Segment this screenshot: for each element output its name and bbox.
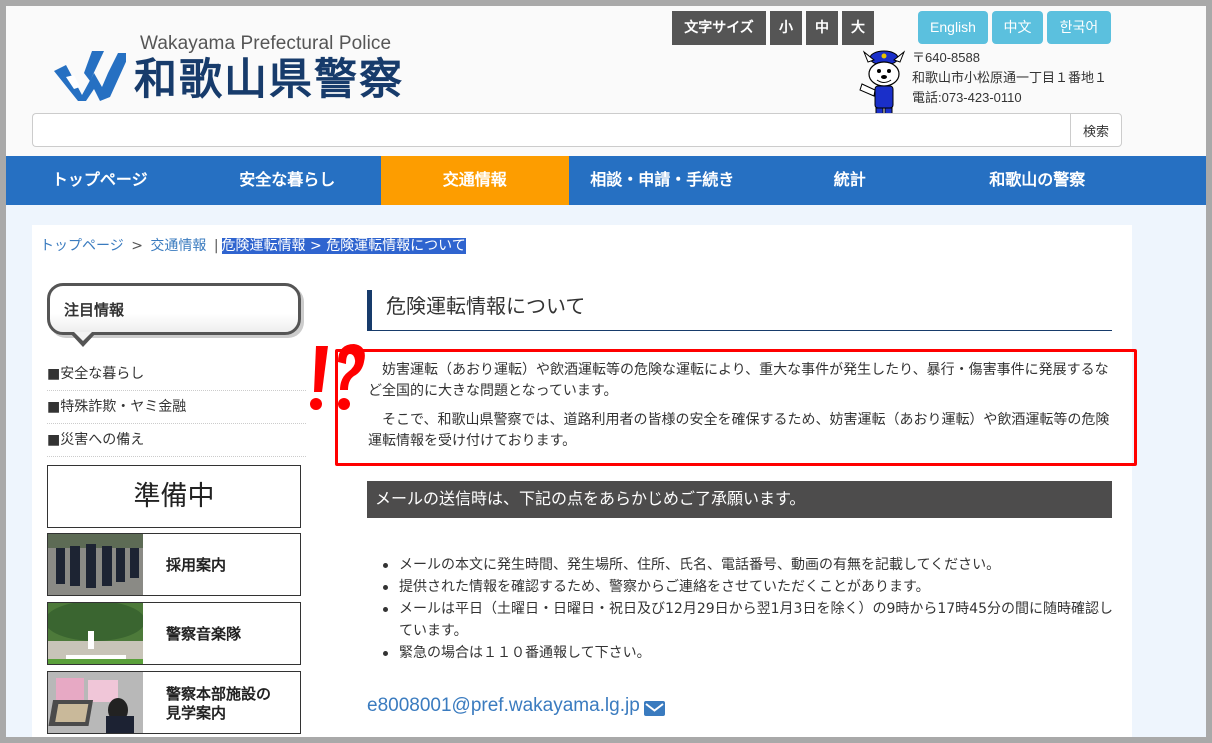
note-item: 緊急の場合は１１０番通報して下さい。 [377, 642, 1117, 664]
postal-code: 〒640-8588 [912, 50, 980, 65]
banner-hq-tour-label: 警察本部施設の 見学案内 [166, 685, 271, 723]
breadcrumb-separator: > [310, 238, 322, 254]
article-title: 危険運転情報について [367, 290, 1112, 331]
font-size-medium-button[interactable]: 中 [806, 11, 838, 45]
lang-english-button[interactable]: English [918, 11, 988, 44]
note-item: メールの本文に発生時間、発生場所、住所、氏名、電話番号、動画の有無を記載してくだ… [377, 554, 1117, 576]
banner-in-preparation[interactable]: 準備中 [47, 465, 301, 528]
search-input[interactable] [32, 113, 1070, 147]
main-nav: トップページ 安全な暮らし 交通情報 相談・申請・手続き 統計 和歌山の警察 [6, 156, 1206, 205]
intro-callout: 妨害運転（あおり運転）や飲酒運転等の危険な運転により、重大な事件が発生したり、暴… [335, 349, 1137, 466]
intro-paragraph: 妨害運転（あおり運転）や飲酒運転等の危険な運転により、重大な事件が発生したり、暴… [368, 362, 1109, 399]
font-size-small-button[interactable]: 小 [770, 11, 802, 45]
lang-korean-button[interactable]: 한국어 [1047, 11, 1111, 44]
note-item: メールは平日（土曜日・日曜日・祝日及び12月29日から翌1月3日を除く）の9時か… [377, 598, 1117, 642]
font-size-large-button[interactable]: 大 [842, 11, 874, 45]
banner-recruitment-label: 採用案内 [166, 556, 227, 574]
email-link[interactable]: e8008001@pref.wakayama.lg.jp [367, 695, 665, 717]
nav-item-statistics[interactable]: 統計 [756, 156, 944, 205]
breadcrumb-separator: > [131, 238, 143, 254]
hq-tour-photo [48, 672, 143, 733]
nav-item-traffic-info[interactable]: 交通情報 [381, 156, 569, 205]
nav-item-consultation[interactable]: 相談・申請・手続き [569, 156, 757, 205]
street-address: 和歌山市小松原通一丁目１番地１ [912, 70, 1108, 85]
breadcrumb: トップページ > 交通情報 | 危険運転情報 > 危険運転情報について [40, 235, 466, 255]
banner-hq-tour-label-line2: 見学案内 [166, 704, 227, 722]
breadcrumb-current: 危険運転情報について [326, 238, 466, 254]
email-address[interactable]: e8008001@pref.wakayama.lg.jp [367, 695, 640, 717]
banner-hq-tour-label-line1: 警察本部施設の [166, 685, 272, 703]
w-logo-icon [54, 51, 126, 101]
font-size-controls: 文字サイズ 小 中 大 [672, 11, 874, 45]
search-button[interactable]: 検索 [1070, 113, 1122, 147]
nav-item-safe-living[interactable]: 安全な暮らし [194, 156, 382, 205]
intro-paragraph: そこで、和歌山県警察では、道路利用者の皆様の安全を確保するため、妨害運転（あおり… [368, 412, 1110, 449]
recruitment-photo [48, 534, 143, 595]
nav-item-wakayama-police[interactable]: 和歌山の警察 [944, 156, 1132, 205]
speech-bubble-tail-inner [74, 332, 92, 341]
language-switcher: English 中文 한국어 [918, 11, 1111, 44]
police-band-photo [48, 603, 143, 664]
sidebar-link-safe-living[interactable]: ■安全な暮らし [47, 358, 306, 391]
breadcrumb-selection: 危険運転情報 > 危険運転情報について [221, 238, 466, 254]
browser-page: Wakayama Prefectural Police 和歌山県警察 文字サイズ… [6, 6, 1206, 737]
notes-list: メールの本文に発生時間、発生場所、住所、氏名、電話番号、動画の有無を記載してくだ… [377, 554, 1117, 664]
sidebar-link-fraud[interactable]: ■特殊詐欺・ヤミ金融 [47, 391, 306, 424]
breadcrumb-traffic-info[interactable]: 交通情報 [150, 238, 206, 254]
envelope-icon[interactable] [643, 700, 665, 716]
note-item: 提供された情報を確認するため、警察からご連絡をさせていただくことがあります。 [377, 576, 1117, 598]
banner-recruitment[interactable]: 採用案内 [47, 533, 301, 596]
breadcrumb-top-page[interactable]: トップページ [40, 238, 124, 254]
police-mascot-icon [859, 50, 906, 120]
featured-links: ■安全な暮らし ■特殊詐欺・ヤミ金融 ■災害への備え [47, 358, 306, 457]
lang-chinese-button[interactable]: 中文 [992, 11, 1043, 44]
phone-number: 電話:073-423-0110 [912, 90, 1022, 105]
banner-police-band-label: 警察音楽隊 [166, 625, 242, 643]
featured-info-title: 注目情報 [64, 301, 125, 319]
notice-heading: メールの送信時は、下記の点をあらかじめご了承願います。 [367, 481, 1112, 518]
logo-title[interactable]: 和歌山県警察 [134, 50, 404, 110]
content-area: トップページ > 交通情報 | 危険運転情報 > 危険運転情報について 注目情報 … [32, 225, 1137, 737]
breadcrumb-dangerous-driving[interactable]: 危険運転情報 [222, 238, 306, 254]
banner-police-band[interactable]: 警察音楽隊 [47, 602, 301, 665]
site-header: Wakayama Prefectural Police 和歌山県警察 文字サイズ… [6, 6, 1206, 156]
address-block: 〒640-8588 和歌山市小松原通一丁目１番地１ 電話:073-423-011… [912, 48, 1107, 108]
banner-hq-tour[interactable]: 警察本部施設の 見学案内 [47, 671, 301, 734]
sidebar-link-disaster[interactable]: ■災害への備え [47, 424, 306, 457]
nav-item-top-page[interactable]: トップページ [6, 156, 194, 205]
breadcrumb-divider: | [213, 238, 219, 254]
featured-info-heading: 注目情報 [47, 283, 301, 335]
site-search: 検索 [32, 113, 1122, 147]
font-size-label: 文字サイズ [672, 11, 766, 45]
